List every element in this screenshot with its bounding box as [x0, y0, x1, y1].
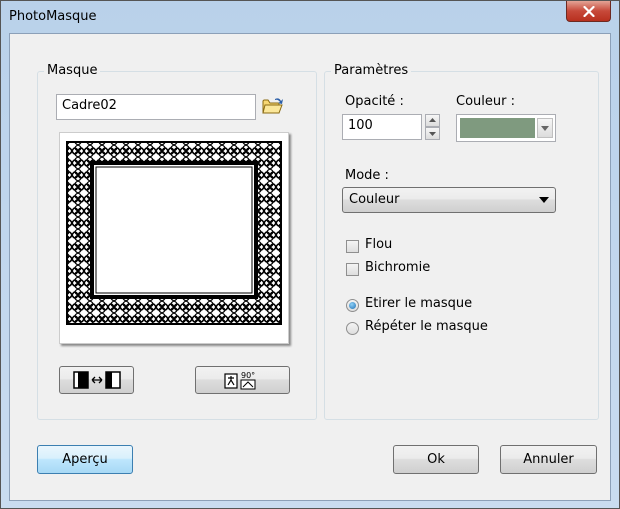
photomasque-dialog: PhotoMasque Masque Cadre02 90° Paramètre…: [0, 0, 620, 509]
opacite-label: Opacité :: [345, 94, 404, 109]
mode-select-value: Couleur: [349, 192, 400, 207]
svg-text:90°: 90°: [241, 371, 255, 380]
swap-mask-button[interactable]: [59, 366, 134, 394]
flou-checkbox[interactable]: [346, 240, 359, 253]
chevron-down-icon: [541, 125, 549, 131]
opacite-stepper-down[interactable]: [425, 127, 440, 140]
annuler-button[interactable]: Annuler: [500, 445, 597, 474]
repeter-radio[interactable]: [346, 322, 359, 335]
couleur-dropdown-button[interactable]: [537, 118, 553, 138]
opacite-stepper-up[interactable]: [425, 114, 440, 127]
swap-icon: [72, 371, 121, 389]
couleur-swatch: [460, 118, 535, 138]
close-icon: [582, 5, 595, 17]
repeter-label[interactable]: Répéter le masque: [365, 319, 488, 334]
mask-preview: [59, 132, 289, 344]
celtic-frame-icon: [66, 141, 282, 325]
masque-group-label: Masque: [44, 63, 101, 78]
rotate-mask-button[interactable]: 90°: [195, 366, 290, 394]
open-folder-button[interactable]: [262, 96, 286, 118]
title-bar[interactable]: PhotoMasque: [1, 1, 619, 33]
chevron-down-icon: [539, 197, 549, 203]
mode-select[interactable]: Couleur: [342, 187, 556, 213]
parametres-group-label: Paramètres: [331, 63, 412, 78]
rotate-90-icon: 90°: [223, 371, 255, 390]
opacite-field[interactable]: 100: [342, 114, 422, 140]
apercu-button[interactable]: Aperçu: [37, 445, 133, 474]
couleur-label: Couleur :: [456, 94, 515, 109]
spin-down-icon: [429, 132, 436, 136]
apercu-button-label: Aperçu: [62, 452, 108, 467]
dialog-body: Masque Cadre02 90° Paramètres Opacité: …: [9, 33, 611, 501]
ok-button[interactable]: Ok: [393, 445, 479, 474]
annuler-button-label: Annuler: [523, 452, 574, 467]
mode-label: Mode :: [345, 168, 389, 183]
etirer-label[interactable]: Etirer le masque: [365, 296, 472, 311]
flou-label[interactable]: Flou: [365, 237, 392, 252]
close-button[interactable]: [566, 1, 611, 22]
ok-button-label: Ok: [427, 452, 445, 467]
open-folder-icon: [262, 98, 283, 114]
bichromie-label[interactable]: Bichromie: [365, 260, 430, 275]
couleur-picker[interactable]: [456, 114, 556, 142]
window-title: PhotoMasque: [9, 9, 97, 24]
bichromie-checkbox[interactable]: [346, 263, 359, 276]
mask-name-field[interactable]: Cadre02: [56, 94, 256, 120]
etirer-radio[interactable]: [346, 299, 359, 312]
spin-up-icon: [429, 118, 436, 122]
